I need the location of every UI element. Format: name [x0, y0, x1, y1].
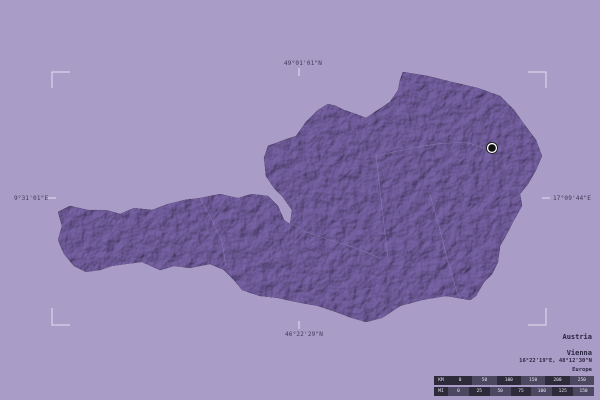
scale-km-tick: 200 — [545, 376, 570, 385]
austria-shape — [57, 71, 543, 323]
scale-mi-tick: 150 — [573, 387, 595, 396]
scale-mi-tick: 125 — [552, 387, 574, 396]
capital-name: Vienna — [566, 349, 592, 357]
west-longitude-label: 9°31'01"E — [14, 195, 49, 202]
scale-km-unit: KM — [434, 376, 448, 385]
continent-name: Europe — [572, 367, 592, 373]
south-latitude-label: 46°22'29"N — [285, 331, 324, 338]
country-name: Austria — [562, 333, 592, 341]
scale-mi-tick: 100 — [531, 387, 553, 396]
scale-mi-tick: 50 — [489, 387, 511, 396]
scale-mi-tick: 25 — [468, 387, 490, 396]
scale-km-tick: 0 — [448, 376, 473, 385]
scale-bar: KM 0 50 100 150 200 250 MI 0 25 50 75 10… — [434, 376, 595, 396]
capital-marker[interactable] — [486, 142, 498, 154]
scale-mi-row: MI 0 25 50 75 100 125 150 — [434, 387, 595, 396]
scale-km-tick: 150 — [520, 376, 546, 385]
east-longitude-label: 17°09'44"E — [553, 195, 592, 202]
north-latitude-label: 49°01'01"N — [284, 60, 323, 67]
scale-km-tick: 50 — [472, 376, 497, 385]
scale-km-tick: 100 — [496, 376, 521, 385]
scale-km-tick: 250 — [569, 376, 594, 385]
scale-km-row: KM 0 50 100 150 200 250 — [434, 376, 594, 385]
scale-mi-tick: 75 — [510, 387, 532, 396]
scale-mi-tick: 0 — [448, 387, 469, 396]
capital-coordinates: 16°22'19"E, 48°12'30"N — [519, 358, 592, 364]
scale-mi-unit: MI — [434, 387, 448, 396]
